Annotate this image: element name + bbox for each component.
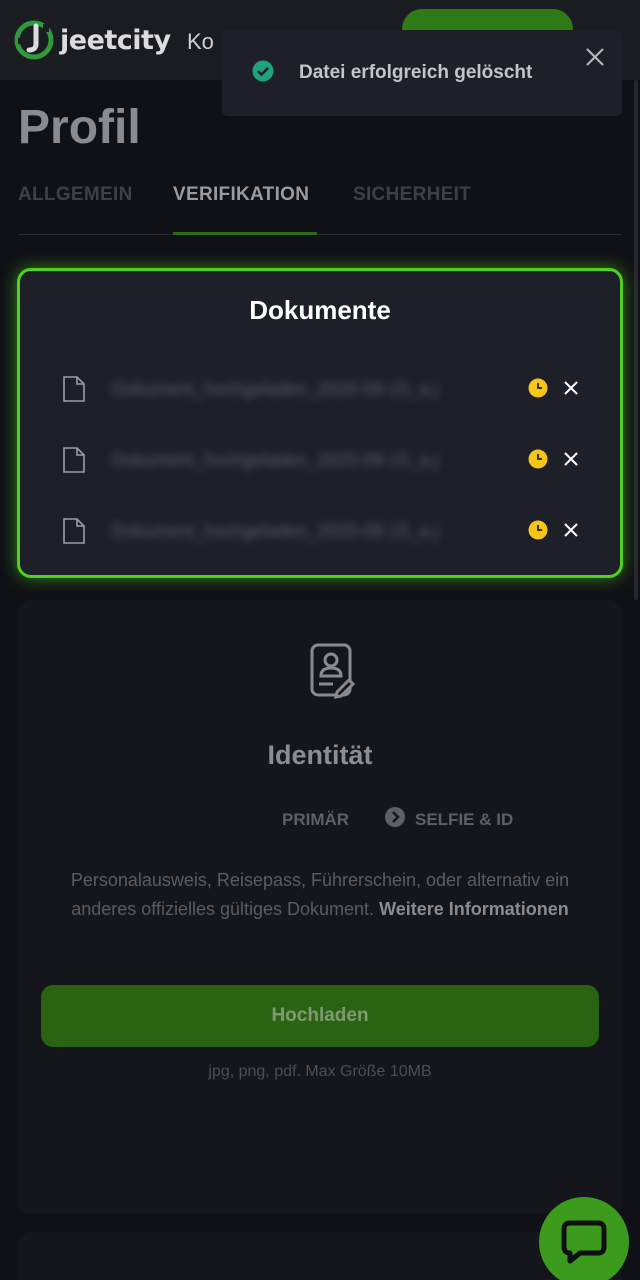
step-primary[interactable]: PRIMÄR <box>282 810 349 830</box>
page-title: Profil <box>18 101 141 154</box>
document-name: Dokument_hochgeladen_2020-09-15_a.j <box>112 379 439 399</box>
scrollbar[interactable] <box>634 80 638 600</box>
next-card <box>18 1232 622 1280</box>
upload-button[interactable]: Hochladen <box>41 985 599 1047</box>
check-circle-icon <box>252 60 274 82</box>
card-title: Identität <box>267 740 373 770</box>
file-icon <box>63 518 85 544</box>
card-description: Personalausweis, Reisepass, Führerschein… <box>38 866 602 924</box>
document-row: Dokument_hochgeladen_2020-09-15_a.j <box>62 511 592 551</box>
active-tab-indicator <box>173 232 317 235</box>
chat-button[interactable] <box>539 1197 629 1280</box>
upload-hint: jpg, png, pdf. Max Größe 10MB <box>208 1063 432 1080</box>
identity-card: Identität PRIMÄR SELFIE & ID Personalaus… <box>18 600 622 1214</box>
file-icon <box>63 376 85 402</box>
profile-page: jeetcity Ko Profil ALLGEMEIN VERIFIKATIO… <box>0 0 640 1280</box>
more-info-link[interactable]: Weitere Informationen <box>379 899 569 919</box>
close-icon[interactable] <box>584 46 606 68</box>
logo-text: jeetcity <box>60 24 171 56</box>
file-icon <box>63 447 85 473</box>
chevron-right-icon <box>385 807 405 827</box>
modal-title: Dokumente <box>249 295 391 325</box>
logo[interactable]: jeetcity <box>14 20 171 60</box>
step-selfie-id[interactable]: SELFIE & ID <box>415 810 513 830</box>
profile-tabs: ALLGEMEIN VERIFIKATION SICHERHEIT <box>18 184 622 235</box>
document-row: Dokument_hochgeladen_2020-09-15_a.j <box>62 369 592 409</box>
jeetcity-logo-icon <box>14 20 54 60</box>
clock-icon <box>528 378 548 398</box>
document-row: Dokument_hochgeladen_2020-09-15_a.j <box>62 440 592 480</box>
id-document-icon <box>310 643 355 699</box>
document-name: Dokument_hochgeladen_2020-09-15_a.j <box>112 521 439 541</box>
clock-icon <box>528 449 548 469</box>
nav-item[interactable]: Ko <box>187 29 214 55</box>
close-icon[interactable] <box>562 450 580 468</box>
clock-icon <box>528 520 548 540</box>
toast-notification: Datei erfolgreich gelöscht <box>222 30 622 116</box>
close-icon[interactable] <box>562 379 580 397</box>
document-name: Dokument_hochgeladen_2020-09-15_a.j <box>112 450 439 470</box>
tab-verifikation[interactable]: VERIFIKATION <box>173 184 309 206</box>
documents-modal: Dokumente Dokument_hochgeladen_2020-09-1… <box>17 268 623 578</box>
close-icon[interactable] <box>562 521 580 539</box>
tab-sicherheit[interactable]: SICHERHEIT <box>353 184 471 206</box>
tab-allgemein[interactable]: ALLGEMEIN <box>18 184 133 206</box>
toast-message: Datei erfolgreich gelöscht <box>299 62 533 83</box>
chat-bubble-icon <box>561 1220 607 1264</box>
